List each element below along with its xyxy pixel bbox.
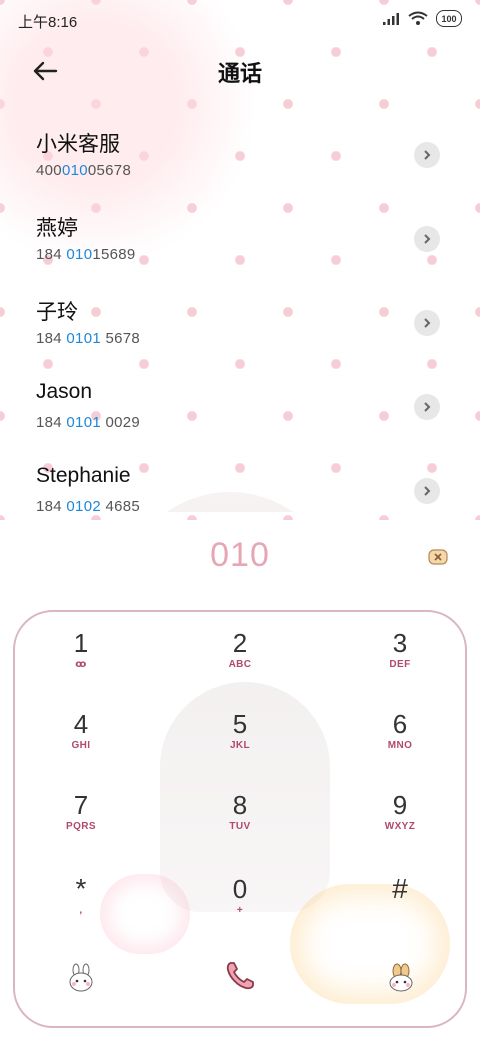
contact-number: 40001005678: [36, 162, 132, 179]
chevron-right-icon: [424, 318, 431, 328]
phone-icon: [226, 962, 254, 990]
dialed-number[interactable]: 010: [0, 536, 480, 575]
bunny-cookie-icon: [389, 963, 413, 992]
contact-name: 小米客服: [36, 133, 120, 156]
key-4[interactable]: 4 GHI: [36, 709, 126, 779]
key-7[interactable]: 7 PQRS: [36, 790, 126, 860]
status-time: 上午8:16: [18, 14, 78, 31]
key-8[interactable]: 8 TUV: [195, 790, 285, 860]
signal-icon: [383, 12, 399, 25]
chevron-right-icon: [424, 150, 431, 160]
key-star[interactable]: * ,: [36, 874, 126, 944]
page-title: 通话: [217, 61, 262, 86]
details-button[interactable]: [414, 310, 440, 336]
key-3[interactable]: 3 DEF: [355, 628, 445, 698]
key-hash[interactable]: #: [355, 874, 445, 944]
key-0[interactable]: 0 +: [195, 874, 285, 944]
call-button[interactable]: [220, 956, 260, 996]
list-item[interactable]: 小米客服 40001005678: [0, 112, 480, 196]
contact-number: 184 0101 5678: [36, 330, 141, 347]
key-9[interactable]: 9 WXYZ: [355, 790, 445, 860]
status-icons: 100: [382, 10, 462, 27]
list-item[interactable]: Stephanie 184 0102 4685: [0, 448, 480, 512]
wifi-icon: [408, 11, 428, 25]
list-item[interactable]: 子玲 184 0101 5678: [0, 280, 480, 364]
key-5[interactable]: 5 JKL: [195, 709, 285, 779]
bunny-menu-button[interactable]: [61, 958, 101, 998]
chevron-right-icon: [424, 234, 431, 244]
list-item[interactable]: Jason 184 0101 0029: [0, 364, 480, 448]
voicemail-icon: ꝏ: [75, 659, 87, 670]
dial-pad: 1 ꝏ 2 ABC 3 DEF 4 GHI 5 JKL 6 MNO 7 PQRS…: [13, 610, 467, 1028]
contact-number: 184 0102 4685: [36, 498, 141, 512]
chevron-right-icon: [424, 486, 431, 496]
key-6[interactable]: 6 MNO: [355, 709, 445, 779]
contact-number: 184 01015689: [36, 246, 136, 263]
contact-match-list: 小米客服 40001005678 燕婷 184 01015689 子玲 184 …: [0, 112, 480, 512]
key-2[interactable]: 2 ABC: [195, 628, 285, 698]
list-item[interactable]: 燕婷 184 01015689: [0, 196, 480, 280]
key-1[interactable]: 1 ꝏ: [36, 628, 126, 698]
header: 通话: [0, 48, 480, 92]
contact-name: Stephanie: [36, 464, 131, 487]
delete-button[interactable]: [426, 545, 450, 569]
chevron-right-icon: [424, 402, 431, 412]
details-button[interactable]: [414, 226, 440, 252]
contact-name: 子玲: [36, 301, 78, 324]
contact-number: 184 0101 0029: [36, 414, 141, 431]
bunny-icon: [69, 963, 93, 992]
contact-name: Jason: [36, 380, 93, 403]
details-button[interactable]: [414, 478, 440, 504]
status-bar: 上午8:16 100: [0, 0, 480, 40]
contact-name: 燕婷: [36, 217, 78, 240]
details-button[interactable]: [414, 394, 440, 420]
battery-icon: 100: [436, 10, 462, 27]
details-button[interactable]: [414, 142, 440, 168]
battery-level: 100: [441, 13, 457, 24]
backspace-icon: [428, 549, 448, 565]
bunny-settings-button[interactable]: [381, 958, 421, 998]
